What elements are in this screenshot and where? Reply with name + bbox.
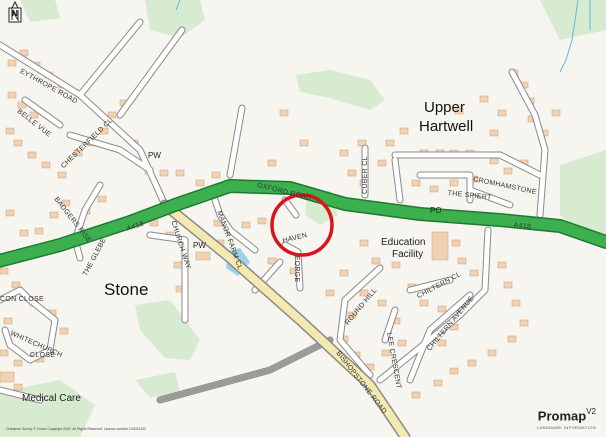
map-graphics — [0, 0, 606, 437]
promap-logo: PromapV2 LANDMARK INFORMATION — [537, 407, 596, 430]
facility-label-pw-south: PW — [193, 241, 206, 250]
place-label-hartwell: Hartwell — [419, 118, 474, 135]
road-label-whitechurch-close-2: CLOSE — [30, 352, 56, 359]
facility-label-education: Education — [381, 237, 426, 248]
copyright-notice: Ordnance Survey © Crown Copyright 2020. … — [6, 427, 146, 431]
road-label-con-close: CON CLOSE — [0, 296, 44, 303]
facility-label-po: PO — [430, 206, 442, 215]
brand-name: Promap — [537, 408, 587, 423]
north-arrow-letter: N — [12, 9, 18, 18]
site-location-map[interactable]: Stone Upper Hartwell Education Facility … — [0, 0, 606, 437]
brand-version: V2 — [586, 406, 596, 416]
place-label-stone: Stone — [104, 280, 149, 299]
facility-label-facility: Facility — [392, 249, 424, 260]
place-label-upper: Upper — [424, 99, 465, 116]
facility-label-medical-care: Medical Care — [22, 393, 81, 404]
road-label-cuber-cl: CUBER CL — [362, 156, 369, 194]
road-label-forge: FORGE — [293, 256, 300, 283]
facility-label-pw-north: PW — [148, 151, 161, 160]
brand-tagline: LANDMARK INFORMATION — [536, 425, 596, 430]
